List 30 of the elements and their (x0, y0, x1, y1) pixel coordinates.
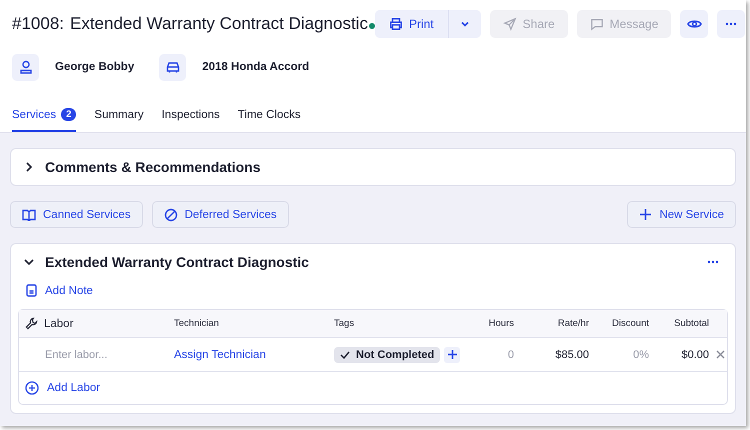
vehicle-name: 2018 Honda Accord (202, 61, 310, 73)
tab[interactable]: Inspections (162, 104, 220, 132)
subtotal-cell-text: $0.00 (680, 348, 709, 360)
order-title: Extended Warranty Contract Diagnostic (70, 14, 368, 34)
add-labor-link[interactable]: Add Labor (25, 381, 100, 395)
column-header: Discount (611, 318, 649, 329)
print-button[interactable]: Print (374, 10, 449, 38)
deferred-services-button[interactable]: Deferred Services (152, 201, 289, 228)
count-badge: 2 (61, 108, 76, 121)
hours-cell-text: 0 (506, 348, 514, 360)
customer-name: George Bobby (55, 61, 134, 73)
column-header: Subtotal (673, 318, 709, 329)
add-note-link[interactable]: Add Note (18, 280, 101, 309)
tab[interactable]: Time Clocks (238, 104, 301, 132)
canned-services-button[interactable]: Canned Services (10, 201, 143, 228)
section-title: Comments & Recommendations (45, 159, 260, 175)
assign-technician-link[interactable]: Assign Technician (174, 348, 266, 360)
column-header: Labor (44, 318, 74, 330)
rate-cell-text: $85.00 (554, 348, 589, 360)
column-header: Hours (488, 318, 514, 329)
column-header: Rate/hr (556, 318, 589, 329)
tab[interactable]: Summary (94, 104, 144, 132)
order-number: #1008: (12, 14, 64, 34)
column-header: Tags (334, 318, 356, 329)
status-tag[interactable]: Not Completed (334, 346, 440, 362)
column-header: Technician (174, 318, 220, 329)
new-service-button[interactable]: New Service (627, 201, 736, 228)
tab[interactable]: Services 2 (12, 104, 76, 132)
service-title: Extended Warranty Contract Diagnostic (45, 254, 309, 270)
discount-cell-text: 0% (632, 348, 649, 360)
